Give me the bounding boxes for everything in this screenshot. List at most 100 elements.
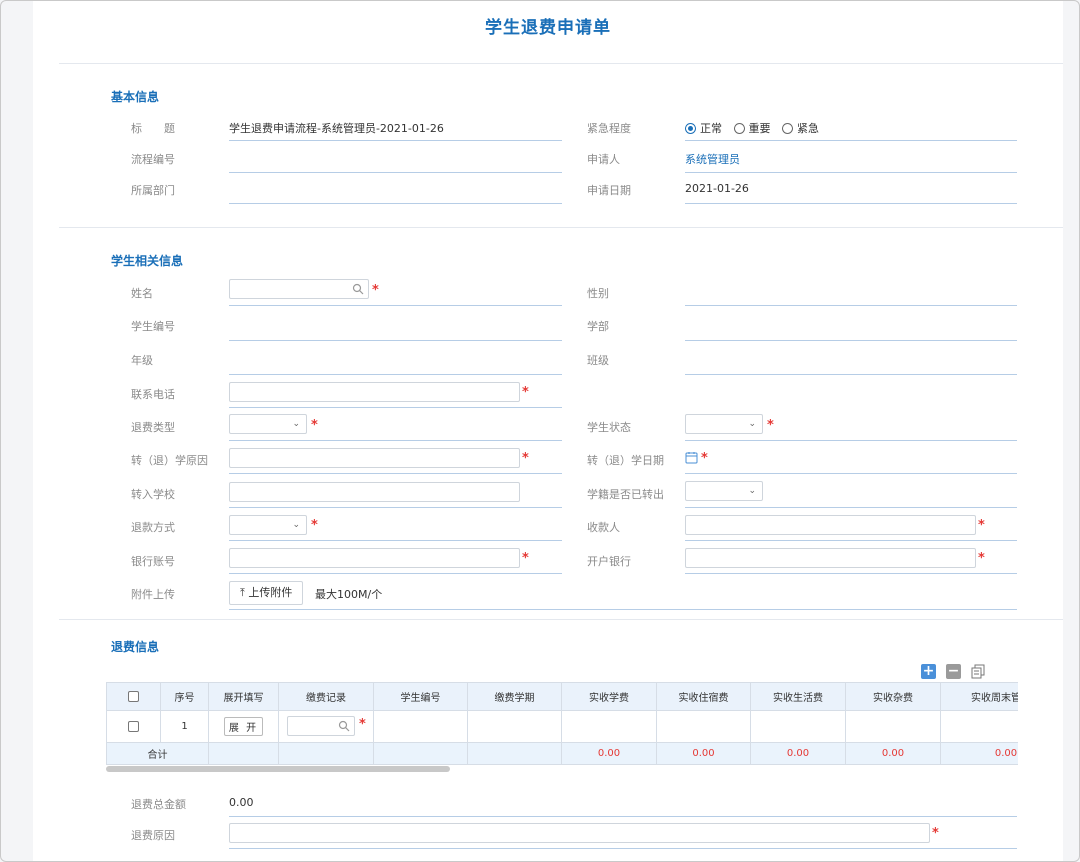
upload-icon: ⤒ <box>240 586 245 599</box>
transfer-date-required-mark: * <box>701 451 708 466</box>
chevron-down-icon: ⌄ <box>748 486 756 496</box>
refund-grid: 序号 展开填写 缴费记录 学生编号 缴费学期 实收学费 实收住宿费 实收生活费 … <box>106 682 1018 765</box>
grid-header-row: 序号 展开填写 缴费记录 学生编号 缴费学期 实收学费 实收住宿费 实收生活费 … <box>106 682 1018 711</box>
page-title: 学生退费申请单 <box>485 18 611 38</box>
faculty-underline <box>685 340 1017 341</box>
phone-input[interactable] <box>229 382 520 402</box>
select-all-cell <box>106 682 161 711</box>
bank-input[interactable] <box>685 548 976 568</box>
refund-method-label: 退款方式 <box>131 521 175 534</box>
student-info-title: 学生相关信息 <box>111 254 184 268</box>
transfer-reason-label: 转（退）学原因 <box>131 454 208 467</box>
transfer-school-underline <box>229 507 562 508</box>
upload-hint: 最大100M/个 <box>315 588 383 601</box>
payee-label: 收款人 <box>587 521 620 534</box>
bank-account-underline <box>229 573 562 574</box>
sum-empty-4 <box>467 742 562 765</box>
select-all-checkbox[interactable] <box>128 690 139 702</box>
gender-label: 性别 <box>587 287 609 300</box>
basic-info-section: 基本信息 标 题 学生退费申请流程-系统管理员-2021-01-26 紧急程度 … <box>59 63 1063 227</box>
flow-no-underline <box>229 172 562 173</box>
copy-row-icon[interactable] <box>971 664 986 679</box>
status-underline <box>685 440 1017 441</box>
sum-tuition: 0.00 <box>561 742 657 765</box>
status-select[interactable]: ⌄ <box>685 414 763 434</box>
name-required-mark: * <box>372 283 379 298</box>
row-weekend-mgmt <box>940 710 1018 743</box>
search-icon[interactable] <box>338 720 350 732</box>
row-term <box>467 710 562 743</box>
refund-method-underline <box>229 540 562 541</box>
dept-label: 所属部门 <box>131 184 175 197</box>
grid-horizontal-scrollbar[interactable] <box>106 766 450 772</box>
sum-empty-3 <box>373 742 468 765</box>
total-underline <box>229 816 1017 817</box>
grid-sum-row: 合计 0.00 0.00 0.00 0.00 0.00 <box>106 742 1018 765</box>
table-row: 1 展 开 * <box>106 710 1018 743</box>
record-transferred-underline <box>685 507 1017 508</box>
expand-button[interactable]: 展 开 <box>223 717 264 736</box>
class-label: 班级 <box>587 354 609 367</box>
refund-type-label: 退费类型 <box>131 421 175 434</box>
row-tuition <box>561 710 657 743</box>
row-select-cell <box>106 710 161 743</box>
sum-living: 0.00 <box>750 742 846 765</box>
total-label: 退费总金额 <box>131 798 186 811</box>
refund-reason-input[interactable] <box>229 823 930 843</box>
bank-account-input[interactable] <box>229 548 520 568</box>
refund-grid-viewport: 序号 展开填写 缴费记录 学生编号 缴费学期 实收学费 实收住宿费 实收生活费 … <box>106 682 1018 770</box>
sum-accommodation: 0.00 <box>656 742 751 765</box>
row-expand-cell: 展 开 <box>208 710 279 743</box>
applicant-value[interactable]: 系统管理员 <box>685 151 740 167</box>
refund-reason-required-mark: * <box>932 826 939 841</box>
search-icon[interactable] <box>352 283 364 295</box>
transfer-school-input[interactable] <box>229 482 520 502</box>
delete-row-icon[interactable]: − <box>946 664 961 679</box>
urgency-radio-group: 正常 重要 紧急 <box>685 120 827 136</box>
row-checkbox[interactable] <box>128 720 139 732</box>
phone-required-mark: * <box>522 385 529 400</box>
name-underline <box>229 305 562 306</box>
refund-method-select[interactable]: ⌄ <box>229 515 307 535</box>
apply-date-label: 申请日期 <box>587 184 631 197</box>
student-info-section: 学生相关信息 姓名 * 性别 学生编号 学部 年级 班级 联系电话 * 退费类型… <box>59 227 1063 619</box>
grade-label: 年级 <box>131 354 153 367</box>
record-transferred-select[interactable]: ⌄ <box>685 481 763 501</box>
name-search-input[interactable] <box>229 279 369 299</box>
col-weekend-mgmt: 实收周末管理费 <box>940 682 1018 711</box>
name-label: 姓名 <box>131 287 153 300</box>
upload-attachment-button[interactable]: ⤒ 上传附件 <box>229 581 304 605</box>
refund-type-select[interactable]: ⌄ <box>229 414 307 434</box>
add-row-icon[interactable]: + <box>921 664 936 679</box>
urgency-underline <box>685 140 1017 141</box>
payee-required-mark: * <box>978 518 985 533</box>
col-student-no: 学生编号 <box>373 682 468 711</box>
payee-input[interactable] <box>685 515 976 535</box>
total-value: 0.00 <box>229 796 254 809</box>
urgency-option-normal[interactable]: 正常 <box>685 122 722 135</box>
flow-no-label: 流程编号 <box>131 153 175 166</box>
payment-record-required-mark: * <box>359 717 366 732</box>
urgency-option-urgent[interactable]: 紧急 <box>782 122 819 135</box>
window-frame: 学生退费申请单 基本信息 标 题 学生退费申请流程-系统管理员-2021-01-… <box>0 0 1080 862</box>
bank-account-required-mark: * <box>522 551 529 566</box>
calendar-icon[interactable] <box>685 451 698 464</box>
sum-label: 合计 <box>106 742 209 765</box>
refund-type-required-mark: * <box>311 418 318 433</box>
col-misc: 实收杂费 <box>845 682 941 711</box>
sum-misc: 0.00 <box>845 742 941 765</box>
subject-label: 标 题 <box>131 122 175 135</box>
transfer-reason-required-mark: * <box>522 451 529 466</box>
payment-record-search-input[interactable] <box>287 716 355 736</box>
row-accommodation <box>656 710 751 743</box>
apply-date-value: 2021-01-26 <box>685 182 749 195</box>
chevron-down-icon: ⌄ <box>748 419 756 429</box>
dept-underline <box>229 203 562 204</box>
transfer-date-underline <box>685 473 1017 474</box>
refund-info-title: 退费信息 <box>111 640 160 654</box>
urgency-option-important[interactable]: 重要 <box>733 122 771 135</box>
transfer-reason-underline <box>229 473 562 474</box>
transfer-reason-input[interactable] <box>229 448 520 468</box>
bank-account-label: 银行账号 <box>131 555 175 568</box>
record-transferred-label: 学籍是否已转出 <box>587 488 664 501</box>
